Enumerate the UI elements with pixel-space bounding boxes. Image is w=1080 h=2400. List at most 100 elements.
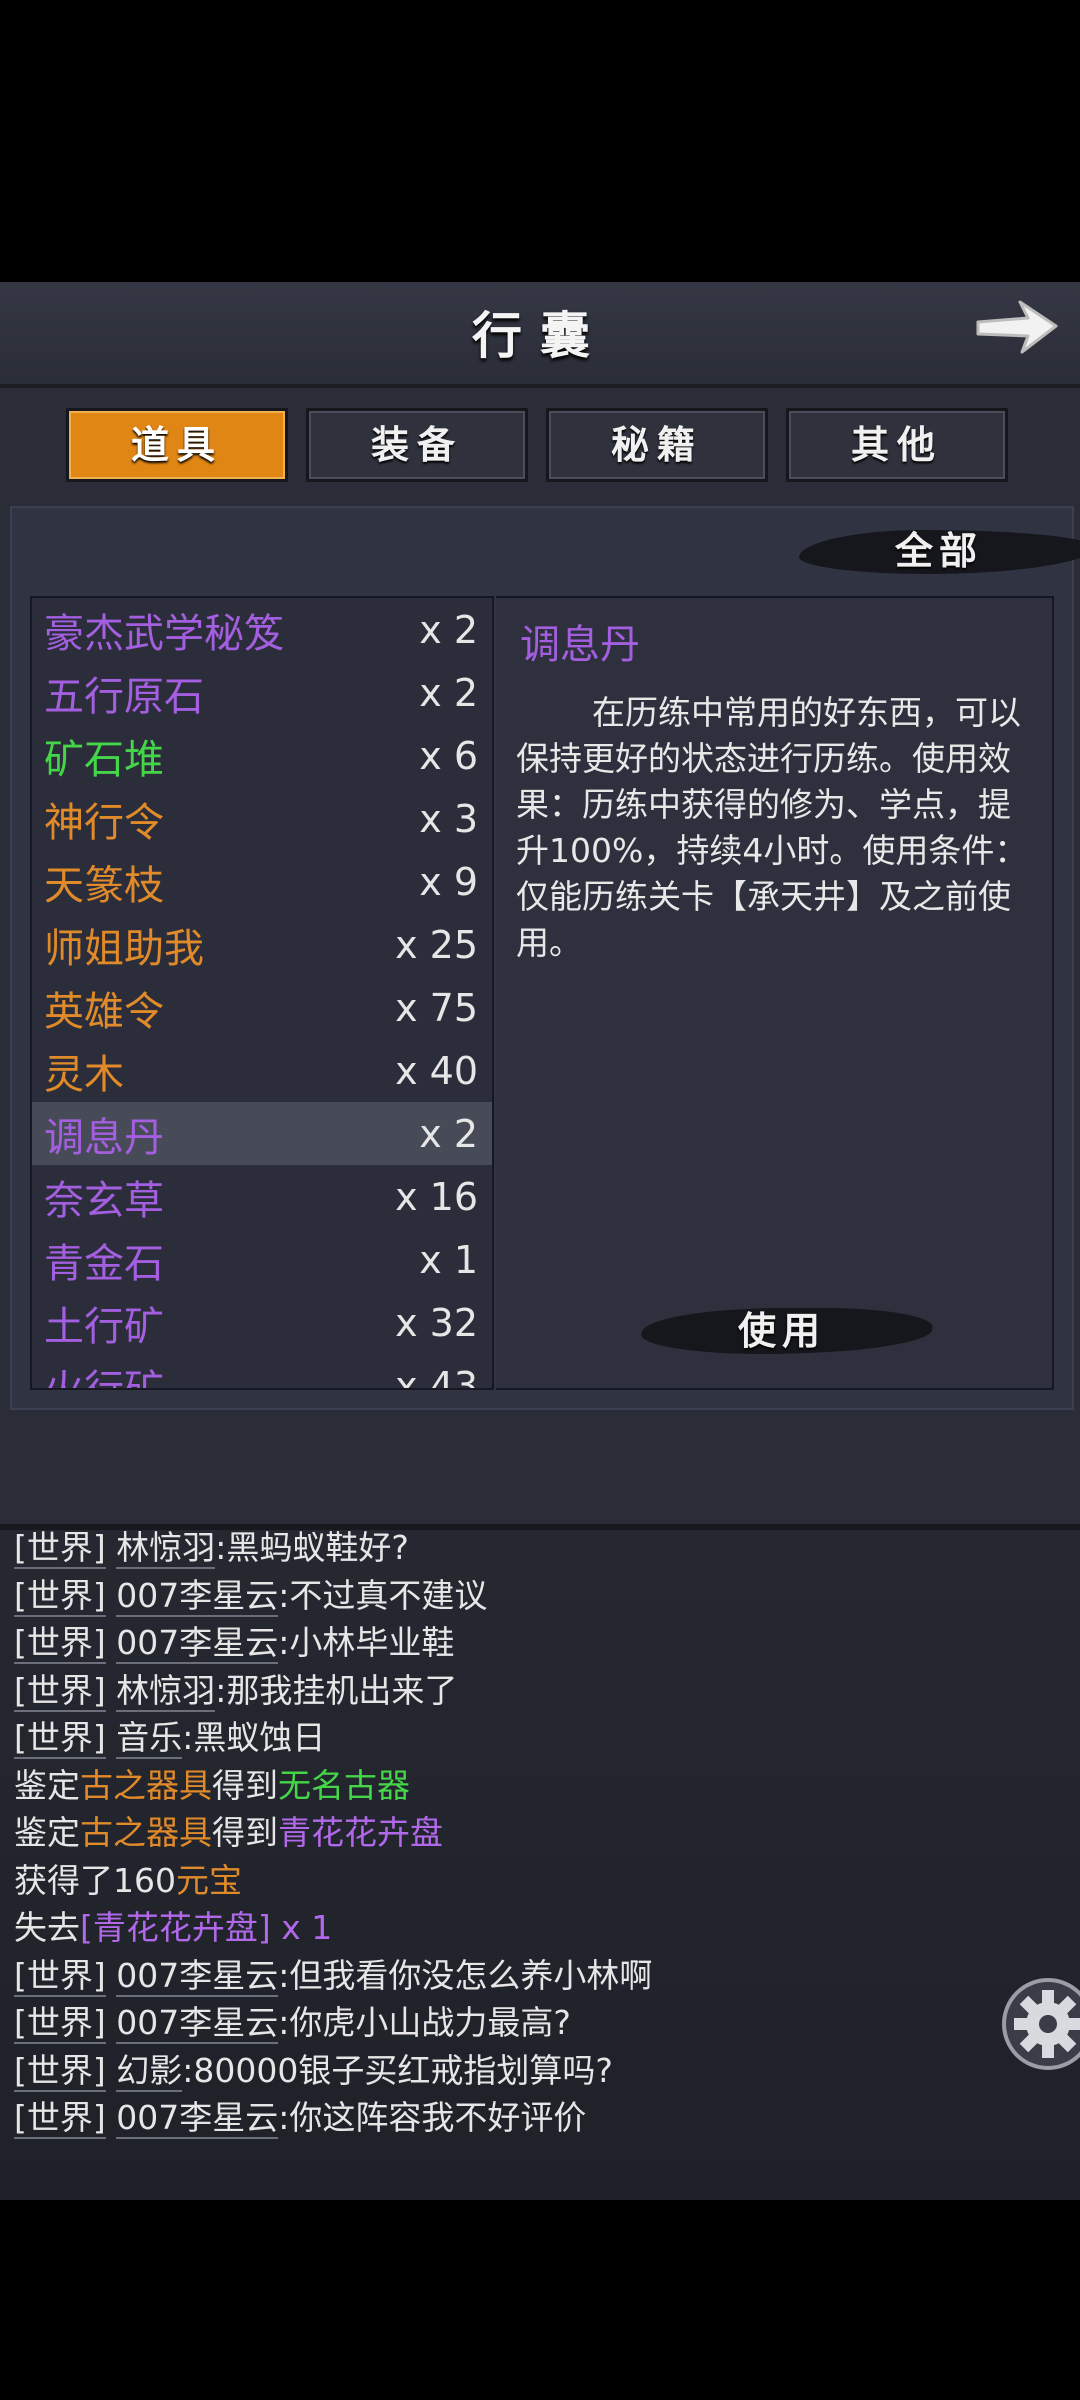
tab-other[interactable]: 其他 [786, 408, 1008, 482]
list-item[interactable]: 神行令 x 3 [32, 787, 492, 850]
chat-link[interactable]: 007李星云 [116, 1955, 279, 1997]
item-count: x 25 [395, 922, 478, 967]
chat-link[interactable]: [世界] [14, 1575, 106, 1617]
chat-link[interactable]: 007李星云 [116, 1623, 279, 1664]
tab-equipment[interactable]: 装备 [306, 408, 528, 482]
filter-all-button[interactable]: 全部 [814, 518, 1064, 584]
item-detail: 调息丹 在历练中常用的好东西，可以保持更好的状态进行历练。使用效果：历练中获得的… [496, 596, 1054, 1390]
item-name: 神行令 [44, 799, 164, 846]
list-item[interactable]: 豪杰武学秘笈 x 2 [32, 598, 492, 661]
item-name: 天篆枝 [44, 862, 164, 909]
chat-text [106, 1530, 117, 1567]
chat-line: [世界] 007李星云:但我看你没怎么养小林啊 [14, 1952, 994, 2000]
chat-line: [世界] 007李星云:你虎小山战力最高? [14, 1999, 994, 2047]
list-item[interactable]: 青金石 x 1 [32, 1228, 492, 1291]
list-item[interactable]: 灵木 x 40 [32, 1039, 492, 1102]
chat-text [106, 2098, 117, 2137]
chat-text: :那我挂机出来了 [215, 1670, 458, 1710]
chat-text: 失去 [14, 1908, 80, 1947]
item-count: x 43 [395, 1363, 478, 1390]
chat-line: [世界] 林惊羽:那我挂机出来了 [14, 1667, 994, 1715]
tab-manuals[interactable]: 秘籍 [546, 408, 768, 482]
chat-link[interactable]: 林惊羽 [116, 1530, 216, 1569]
item-count: x 16 [395, 1174, 478, 1219]
detail-description: 在历练中常用的好东西，可以保持更好的状态进行历练。使用效果：历练中获得的修为、学… [516, 693, 1028, 962]
chat-text: [青花花卉盘] x 1 [80, 1908, 333, 1947]
item-count: x 32 [395, 1300, 478, 1345]
chat-text: 青花花卉盘 [278, 1813, 443, 1852]
chat-link[interactable]: [世界] [14, 2098, 106, 2139]
list-item[interactable]: 火行矿 x 43 [32, 1354, 492, 1390]
chat-text [106, 1671, 117, 1710]
list-item[interactable]: 调息丹 x 2 [32, 1102, 492, 1165]
item-count: x 75 [395, 985, 478, 1030]
chat-line: 鉴定古之器具得到无名古器 [14, 1762, 994, 1810]
item-name: 师姐助我 [44, 925, 204, 972]
item-name: 土行矿 [44, 1303, 164, 1350]
chat-text: 元宝 [176, 1860, 242, 1900]
chat-text [106, 1623, 117, 1662]
item-name: 英雄令 [44, 988, 164, 1035]
use-button[interactable]: 使用 [672, 1298, 892, 1364]
item-name: 五行原石 [44, 673, 204, 720]
chat-text [106, 2051, 117, 2090]
chat-text [106, 1956, 117, 1995]
chat-log[interactable]: [世界] 林惊羽:黑蚂蚁鞋好? [世界] 007李星云:不过真不建议 [世界] 00… [0, 1524, 1080, 2200]
chat-link[interactable]: [世界] [14, 1718, 106, 1759]
tab-items[interactable]: 道具 [66, 408, 288, 482]
chat-link[interactable]: [世界] [14, 1530, 106, 1569]
chat-link[interactable]: 007李星云 [116, 1575, 279, 1617]
list-item[interactable]: 师姐助我 x 25 [32, 913, 492, 976]
item-name: 火行矿 [44, 1366, 164, 1390]
item-count: x 2 [419, 607, 478, 652]
item-name: 豪杰武学秘笈 [44, 610, 284, 657]
item-name: 灵木 [44, 1051, 124, 1098]
item-name: 矿石堆 [44, 736, 164, 783]
list-item[interactable]: 天篆枝 x 9 [32, 850, 492, 913]
chat-lines: [世界] 林惊羽:黑蚂蚁鞋好? [世界] 007李星云:不过真不建议 [世界] 00… [14, 1528, 994, 2142]
gear-icon[interactable] [1002, 1978, 1080, 2070]
chat-text: :小林毕业鞋 [278, 1623, 455, 1662]
chat-line: [世界] 007李星云:不过真不建议 [14, 1572, 994, 1620]
chat-text: :但我看你没怎么养小林啊 [278, 1955, 653, 1995]
chat-link[interactable]: 007李星云 [116, 2003, 279, 2044]
list-item[interactable]: 五行原石 x 2 [32, 661, 492, 724]
category-tabs: 道具 装备 秘籍 其他 [66, 408, 1016, 484]
list-item[interactable]: 矿石堆 x 6 [32, 724, 492, 787]
chat-link[interactable]: 幻影 [116, 2050, 183, 2092]
item-count: x 3 [419, 796, 478, 841]
item-list[interactable]: 豪杰武学秘笈 x 2 五行原石 x 2 矿石堆 x 6 神行令 x 3 天篆枝 x 9 师姐助我 x … [30, 596, 494, 1390]
chat-link[interactable]: 音乐 [116, 1718, 183, 1759]
chat-line: [世界] 幻影:80000银子买红戒指划算吗? [14, 2047, 994, 2095]
chat-link[interactable]: [世界] [14, 1955, 106, 1997]
chat-link[interactable]: [世界] [14, 2050, 106, 2092]
chat-text: 鉴定 [14, 1813, 80, 1852]
item-name: 奈玄草 [44, 1177, 164, 1224]
inventory-screen: 行囊 道具 装备 秘籍 其他 全部 豪杰武学秘笈 x 2 五行原石 x 2 矿石堆 x 6… [0, 282, 1080, 2200]
chat-text: 得到 [212, 1813, 278, 1852]
list-item[interactable]: 英雄令 x 75 [32, 976, 492, 1039]
chat-text [106, 1718, 117, 1757]
chat-line: 失去[青花花卉盘] x 1 [14, 1904, 994, 1952]
list-item[interactable]: 奈玄草 x 16 [32, 1165, 492, 1228]
chat-text [106, 1576, 117, 1615]
chat-link[interactable]: [世界] [14, 2003, 106, 2044]
chat-text [106, 2003, 117, 2042]
item-count: x 2 [419, 670, 478, 715]
list-item[interactable]: 土行矿 x 32 [32, 1291, 492, 1354]
chat-link[interactable]: [世界] [14, 1670, 106, 1712]
item-count: x 6 [419, 733, 478, 778]
arrow-right-icon[interactable] [970, 292, 1062, 362]
chat-line: [世界] 音乐:黑蚁蚀日 [14, 1714, 994, 1762]
chat-text: 古之器具 [80, 1813, 212, 1852]
chat-text: :黑蚁蚀日 [182, 1718, 326, 1757]
chat-link[interactable]: 007李星云 [116, 2098, 279, 2139]
chat-text: :你虎小山战力最高? [278, 2003, 571, 2042]
detail-item-name: 调息丹 [520, 622, 640, 668]
chat-link[interactable]: 林惊羽 [116, 1670, 216, 1712]
chat-text: :黑蚂蚁鞋好? [215, 1528, 409, 1567]
chat-link[interactable]: [世界] [14, 1623, 106, 1664]
item-name: 青金石 [44, 1240, 164, 1287]
chat-line: [世界] 007李星云:你这阵容我不好评价 [14, 2094, 994, 2142]
chat-text: :80000银子买红戒指划算吗? [182, 2050, 613, 2090]
